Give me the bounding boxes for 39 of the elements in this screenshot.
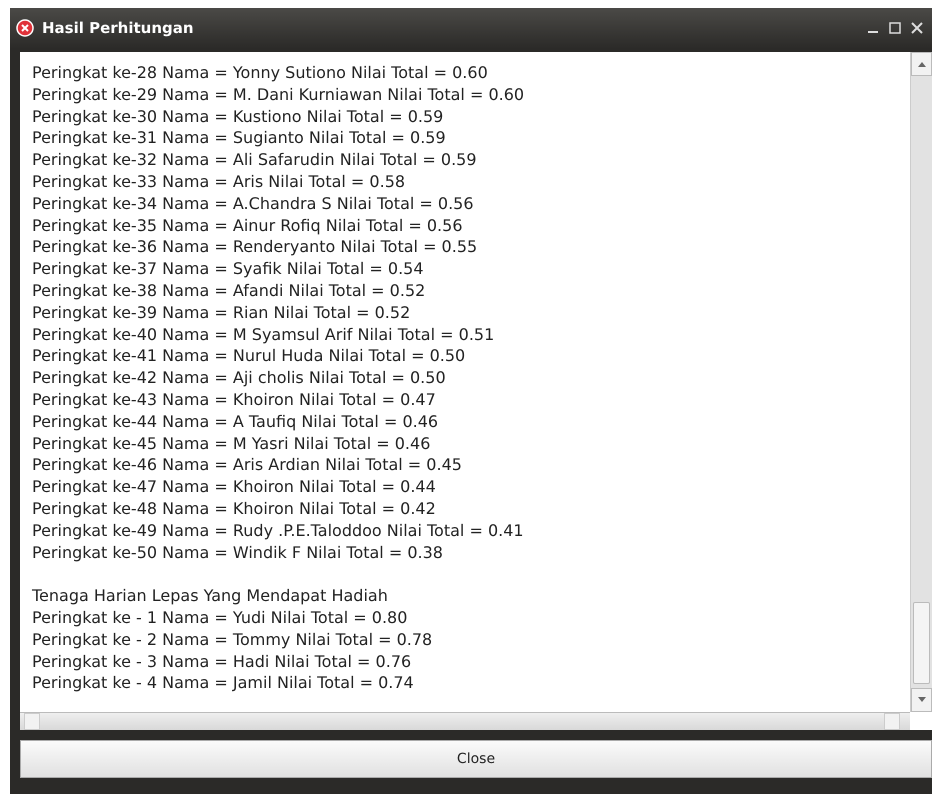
- result-line: Peringkat ke-28 Nama = Yonny Sutiono Nilai Total = 0.60: [32, 62, 489, 84]
- window-title: Hasil Perhitungan: [42, 19, 195, 37]
- result-line: Peringkat ke-37 Nama = Syafik Nilai Total = 0.54: [32, 258, 425, 280]
- scroll-thumb[interactable]: [913, 602, 930, 684]
- result-line: Peringkat ke - 3 Nama = Hadi Nilai Total = 0.76: [32, 650, 412, 672]
- result-line: Peringkat ke-42 Nama = Aji cholis Nilai Total = 0.50: [32, 367, 447, 389]
- result-line: Peringkat ke-32 Nama = Ali Safarudin Nilai Total = 0.59: [32, 149, 478, 171]
- result-line: Peringkat ke-50 Nama = Windik F Nilai Total = 0.38: [32, 542, 444, 564]
- close-circle-icon: [16, 19, 34, 37]
- result-line: Peringkat ke-39 Nama = Rian Nilai Total = 0.52: [32, 302, 412, 324]
- result-line: Peringkat ke-49 Nama = Rudy .P.E.Taloddoo Nilai Total = 0.41: [32, 520, 525, 542]
- result-line: Peringkat ke-46 Nama = Aris Ardian Nilai Total = 0.45: [32, 454, 463, 476]
- result-line: Peringkat ke-31 Nama = Sugianto Nilai Total = 0.59: [32, 127, 447, 150]
- result-line: Peringkat ke - 1 Nama = Yudi Nilai Total = 0.80: [32, 606, 408, 629]
- result-line: Peringkat ke-35 Nama = Ainur Rofiq Nilai Total = 0.56: [32, 214, 464, 236]
- up-arrow-icon: [918, 61, 926, 67]
- result-line: Peringkat ke-38 Nama = Afandi Nilai Total = 0.52: [32, 280, 426, 302]
- scroll-up-button[interactable]: [911, 52, 932, 76]
- result-line: Peringkat ke-41 Nama = Nurul Huda Nilai Total = 0.50: [32, 345, 466, 368]
- vertical-scrollbar[interactable]: [910, 52, 932, 712]
- scroll-down-button[interactable]: [911, 688, 932, 712]
- result-line: Peringkat ke - 2 Nama = Tommy Nilai Total = 0.78: [32, 628, 434, 651]
- close-icon[interactable]: [910, 21, 924, 35]
- result-line: Peringkat ke-30 Nama = Kustiono Nilai Total = 0.59: [32, 106, 444, 128]
- close-button[interactable]: Close: [20, 740, 932, 778]
- result-line: Peringkat ke-33 Nama = Aris Nilai Total = 0.58: [32, 170, 406, 193]
- result-line: Peringkat ke-34 Nama = A.Chandra S Nilai Total = 0.56: [32, 192, 475, 215]
- result-line: Peringkat ke - 4 Nama = Jamil Nilai Total = 0.74: [32, 672, 415, 694]
- result-line: Peringkat ke-43 Nama = Khoiron Nilai Total = 0.47: [32, 388, 437, 411]
- result-line: Peringkat ke-36 Nama = Renderyanto Nilai Total = 0.55: [32, 236, 478, 258]
- result-line: Peringkat ke-48 Nama = Khoiron Nilai Total = 0.42: [32, 498, 437, 520]
- maximize-icon[interactable]: [888, 21, 902, 35]
- result-line: Peringkat ke-29 Nama = M. Dani Kurniawan Nilai Total = 0.60: [32, 84, 526, 106]
- section-heading: Tenaga Harian Lepas Yang Mendapat Hadiah: [32, 585, 389, 607]
- result-line: Peringkat ke-45 Nama = M Yasri Nilai Total = 0.46: [32, 432, 432, 454]
- result-line: Peringkat ke-44 Nama = A Taufiq Nilai Total = 0.46: [32, 410, 440, 433]
- down-arrow-icon: [918, 697, 926, 703]
- result-line: Peringkat ke-47 Nama = Khoiron Nilai Total = 0.44: [32, 476, 437, 498]
- result-line: Peringkat ke-40 Nama = M Syamsul Arif Nilai Total = 0.51: [32, 324, 496, 346]
